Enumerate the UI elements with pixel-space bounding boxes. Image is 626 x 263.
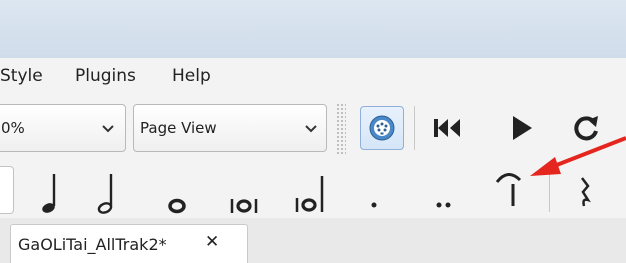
annotation-arrow-shaft [548,136,626,170]
annotation-arrow-head [530,157,561,176]
annotation-arrow [530,136,626,176]
